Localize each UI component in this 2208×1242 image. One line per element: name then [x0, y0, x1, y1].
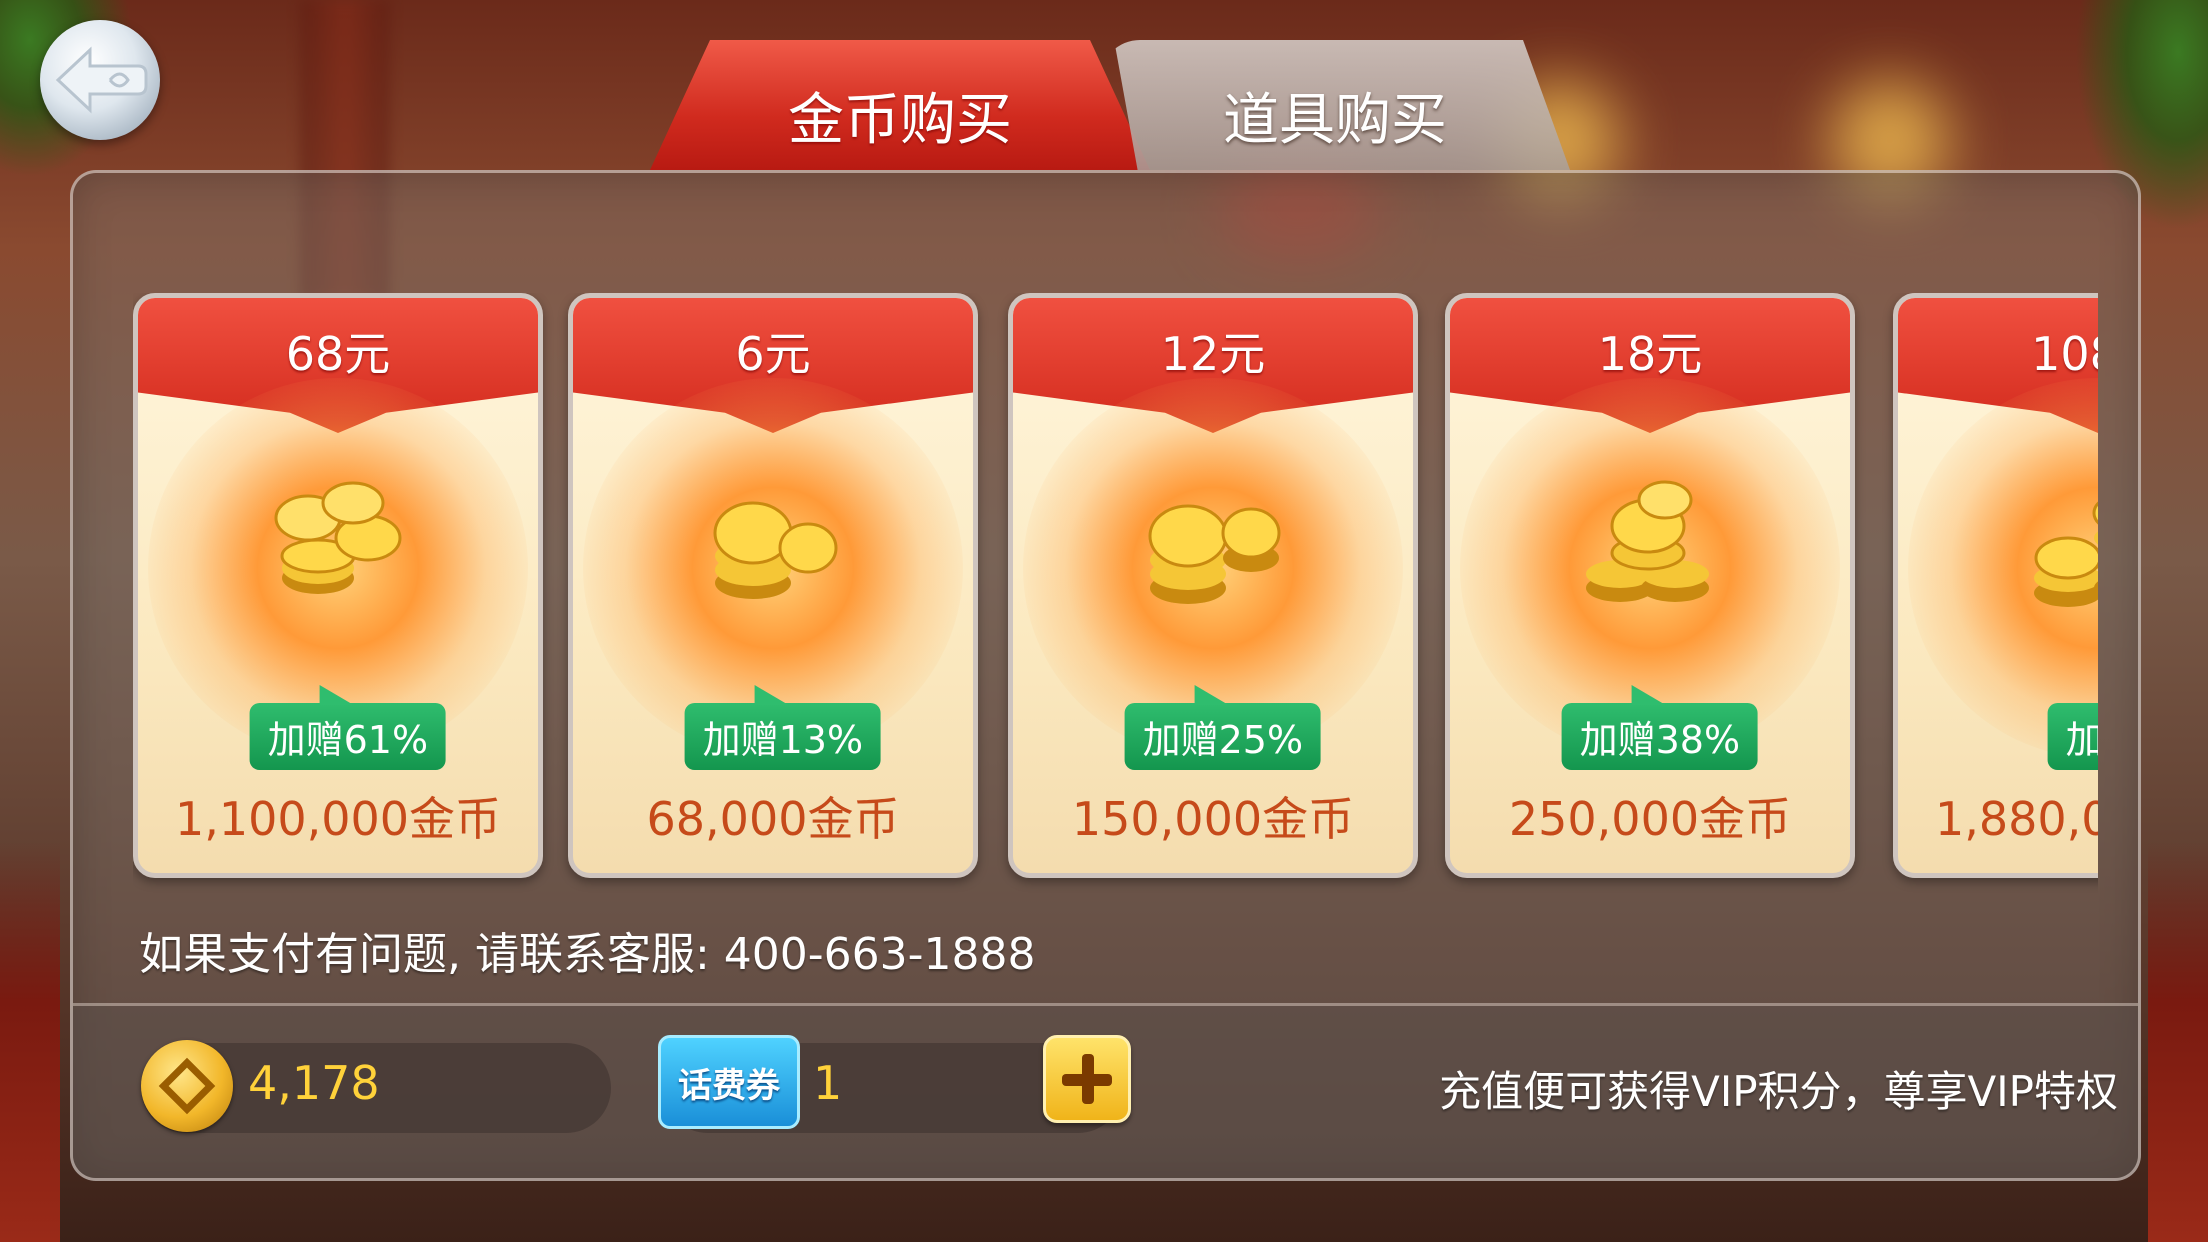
- tab-label: 金币购买: [788, 87, 1012, 153]
- bonus-badge: 加赠38%: [1561, 685, 1759, 770]
- bonus-badge: 加赠13%: [684, 685, 882, 770]
- gold-balance-value: 4,178: [248, 1056, 380, 1110]
- bonus-badge: 加赠25%: [1124, 685, 1322, 770]
- frame-decoration-left: [0, 842, 60, 1242]
- card-price: 12元: [1160, 327, 1266, 381]
- coin-amount: 68,000金币: [646, 792, 900, 846]
- vip-promo-text: 充值便可获得VIP积分，尊享VIP特权: [1439, 1067, 2118, 1116]
- card-price: 18元: [1597, 327, 1703, 381]
- product-card[interactable]: 108元 加赠 1,880,000金币: [1893, 293, 2098, 878]
- support-contact-text: 如果支付有问题, 请联系客服: 400-663-1888: [139, 929, 1036, 980]
- add-ticket-button[interactable]: [1043, 1035, 1131, 1123]
- coin-amount: 1,100,000金币: [174, 792, 502, 846]
- product-card[interactable]: 6元 加赠13% 68,000金币: [568, 293, 978, 878]
- product-list[interactable]: 68元 加赠61% 1,100,000金币 6元 加赠13% 68,000金币 …: [133, 293, 2098, 893]
- coin-stack-icon: [2034, 501, 2098, 607]
- coin-amount: 250,000金币: [1508, 792, 1792, 846]
- coin-amount: 1,880,000金币: [1934, 792, 2098, 846]
- card-price: 108元: [2031, 327, 2098, 381]
- product-card[interactable]: 18元 加赠38% 250,000金币: [1445, 293, 1855, 878]
- card-price: 68元: [285, 327, 391, 381]
- tab-label: 道具购买: [1223, 87, 1447, 153]
- coin-stack-icon: [1586, 480, 1709, 602]
- phone-ticket-value: 1: [813, 1056, 843, 1110]
- product-card[interactable]: 12元 加赠25% 150,000金币: [1008, 293, 1418, 878]
- coin-amount: 150,000金币: [1071, 792, 1355, 846]
- gold-coin-icon: [141, 1040, 233, 1132]
- phone-ticket-icon: 话费券: [658, 1035, 800, 1129]
- frame-decoration-right: [2148, 842, 2208, 1242]
- bonus-badge: 加赠: [2047, 703, 2098, 770]
- tab-gold-purchase[interactable]: 金币购买: [650, 40, 1150, 170]
- bonus-badge: 加赠61%: [249, 685, 447, 770]
- coin-stack-icon: [1148, 504, 1281, 604]
- coin-stack-icon: [274, 481, 402, 594]
- card-price: 6元: [735, 327, 811, 381]
- back-button[interactable]: [40, 20, 160, 140]
- back-arrow-icon: [55, 46, 148, 114]
- product-card[interactable]: 68元 加赠61% 1,100,000金币: [133, 293, 543, 878]
- shop-panel: 68元 加赠61% 1,100,000金币 6元 加赠13% 68,000金币 …: [70, 170, 2141, 1181]
- tab-item-purchase[interactable]: 道具购买: [1114, 40, 1570, 170]
- coin-stack-icon: [713, 501, 838, 599]
